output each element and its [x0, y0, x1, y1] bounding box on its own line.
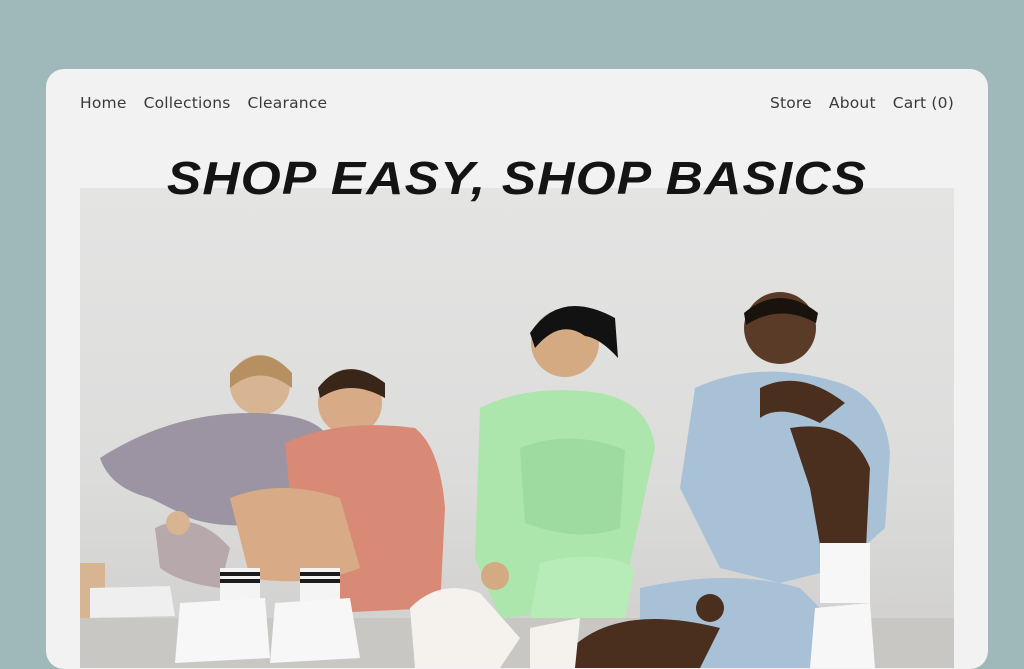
nav-link-cart[interactable]: Cart (0) — [893, 94, 954, 112]
hero-photo-illustration — [80, 292, 954, 668]
nav-link-about[interactable]: About — [829, 94, 876, 112]
model-mint-outfit — [475, 306, 655, 618]
nav-link-collections[interactable]: Collections — [144, 94, 231, 112]
nav-link-clearance[interactable]: Clearance — [248, 94, 328, 112]
top-navigation: Home Collections Clearance Store About C… — [80, 93, 954, 113]
nav-link-store[interactable]: Store — [770, 94, 812, 112]
page-card: Home Collections Clearance Store About C… — [46, 69, 988, 669]
hero-title: SHOP EASY, SHOP BASICS — [166, 152, 868, 204]
nav-right-group: Store About Cart (0) — [770, 94, 954, 112]
hero-image — [80, 188, 954, 668]
nav-link-home[interactable]: Home — [80, 94, 127, 112]
nav-left-group: Home Collections Clearance — [80, 94, 327, 112]
